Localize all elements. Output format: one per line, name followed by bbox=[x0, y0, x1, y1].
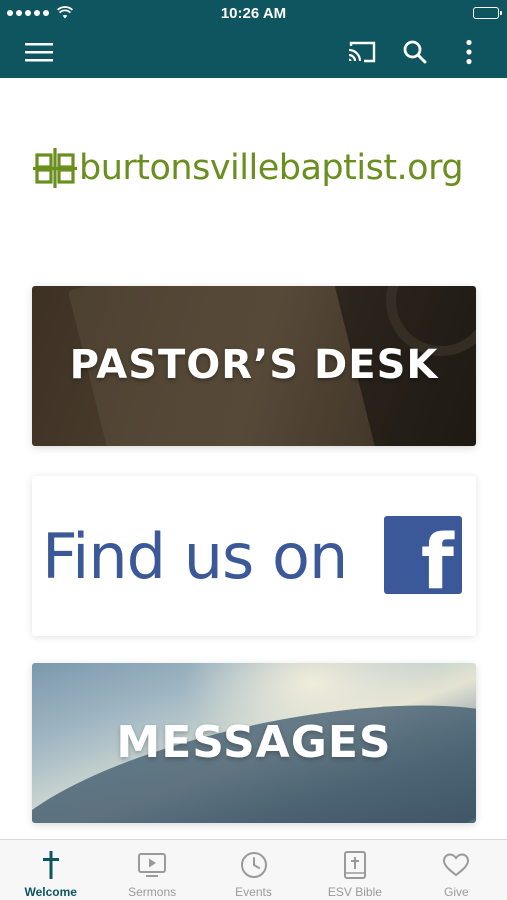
search-icon bbox=[403, 40, 427, 64]
heart-icon bbox=[443, 853, 470, 877]
cross-icon bbox=[42, 851, 59, 879]
tab-label: ESV Bible bbox=[327, 885, 382, 899]
find-us-on-text: Find us on bbox=[42, 520, 348, 593]
status-bar: 10:26 AM bbox=[0, 0, 507, 26]
logo-text: burtonsvillebaptist.org bbox=[79, 148, 464, 188]
menu-button[interactable] bbox=[17, 26, 61, 78]
facebook-card[interactable]: Find us on f bbox=[32, 476, 476, 636]
tab-label: Give bbox=[443, 885, 469, 899]
tab-label: Welcome bbox=[24, 885, 77, 899]
battery-icon bbox=[473, 7, 502, 19]
facebook-icon: f bbox=[384, 516, 462, 594]
search-button[interactable] bbox=[393, 26, 437, 78]
tab-label: Sermons bbox=[128, 885, 177, 899]
tab-sermons[interactable]: Sermons bbox=[101, 840, 202, 900]
clock-icon bbox=[240, 852, 267, 878]
video-icon bbox=[138, 853, 167, 877]
hamburger-menu-icon bbox=[25, 43, 53, 62]
app-toolbar bbox=[0, 26, 507, 78]
pastors-desk-card[interactable]: PASTOR’S DESK bbox=[32, 286, 476, 446]
cast-button[interactable] bbox=[340, 26, 384, 78]
tab-esv-bible[interactable]: ESV Bible bbox=[304, 840, 405, 900]
messages-card[interactable]: MESSAGES bbox=[32, 663, 476, 823]
tab-give[interactable]: Give bbox=[406, 840, 507, 900]
bottom-tab-bar: Welcome Sermons Events ESV Bible Give bbox=[0, 839, 507, 900]
more-options-button[interactable] bbox=[447, 26, 491, 78]
church-logo: burtonsvillebaptist.org bbox=[33, 138, 478, 198]
tab-welcome[interactable]: Welcome bbox=[0, 840, 101, 900]
messages-title: MESSAGES bbox=[116, 717, 392, 768]
tab-label: Events bbox=[235, 885, 272, 899]
bible-icon bbox=[343, 851, 366, 879]
pastors-desk-title: PASTOR’S DESK bbox=[69, 342, 439, 388]
status-time: 10:26 AM bbox=[220, 5, 287, 22]
cross-grid-logo-icon bbox=[33, 148, 77, 188]
cast-icon bbox=[348, 41, 376, 63]
tab-events[interactable]: Events bbox=[203, 840, 304, 900]
more-vertical-icon bbox=[466, 39, 472, 65]
